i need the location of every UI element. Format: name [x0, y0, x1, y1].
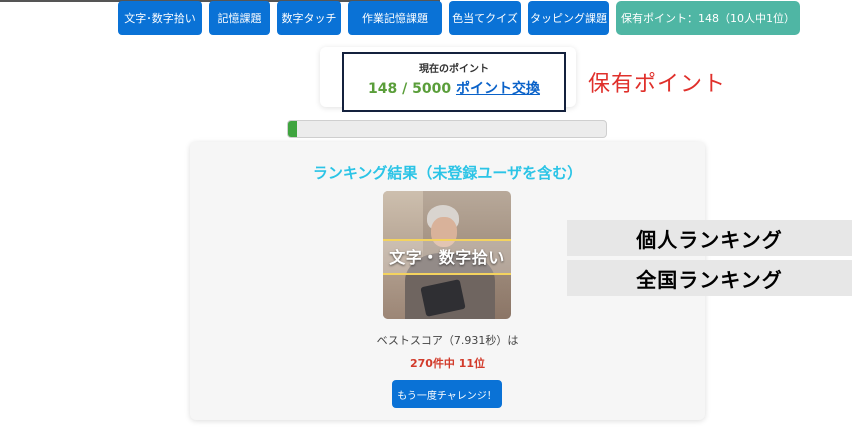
ranking-title: ランキング結果（未登録ユーザを含む）	[312, 164, 583, 182]
nav-button-working-memory[interactable]: 作業記憶課題	[348, 1, 442, 35]
personal-ranking-annotation: 個人ランキング	[567, 220, 852, 256]
nav-button-tapping-task[interactable]: タッピング課題	[528, 1, 609, 35]
point-exchange-link[interactable]: ポイント交換	[456, 81, 540, 97]
held-points-button[interactable]: 保有ポイント：148（10人中1位）	[616, 1, 800, 35]
national-ranking-annotation: 全国ランキング	[567, 260, 852, 296]
held-points-annotation: 保有ポイント	[588, 72, 727, 97]
current-points-line: 148 / 5000 ポイント交換	[344, 78, 564, 98]
page: 文字･数字拾い 記憶課題 数字タッチ 作業記憶課題 色当てクイズ タッピング課題…	[0, 0, 863, 427]
current-points-value: 148 / 5000	[368, 81, 452, 97]
nav-button-memory-task[interactable]: 記憶課題	[209, 1, 270, 35]
best-score-text: ベストスコア（7.931秒）は	[376, 334, 519, 347]
current-points-label: 現在のポイント	[419, 64, 489, 75]
game-nav: 文字･数字拾い 記憶課題 数字タッチ 作業記憶課題 色当てクイズ タッピング課題…	[118, 1, 800, 35]
points-progress-bar	[287, 120, 607, 138]
nav-button-color-quiz[interactable]: 色当てクイズ	[449, 1, 521, 35]
nav-button-character-number-pickup[interactable]: 文字･数字拾い	[118, 1, 202, 35]
game-thumbnail: 文字・数字拾い	[383, 191, 511, 319]
current-points-panel: 現在のポイント 148 / 5000 ポイント交換	[342, 52, 566, 112]
rank-result-text: 270件中 11位	[409, 357, 486, 370]
nav-button-number-touch[interactable]: 数字タッチ	[277, 1, 341, 35]
thumbnail-caption: 文字・数字拾い	[389, 248, 505, 267]
retry-button[interactable]: もう一度チャレンジ！	[392, 380, 502, 408]
points-progress-fill	[288, 121, 298, 137]
